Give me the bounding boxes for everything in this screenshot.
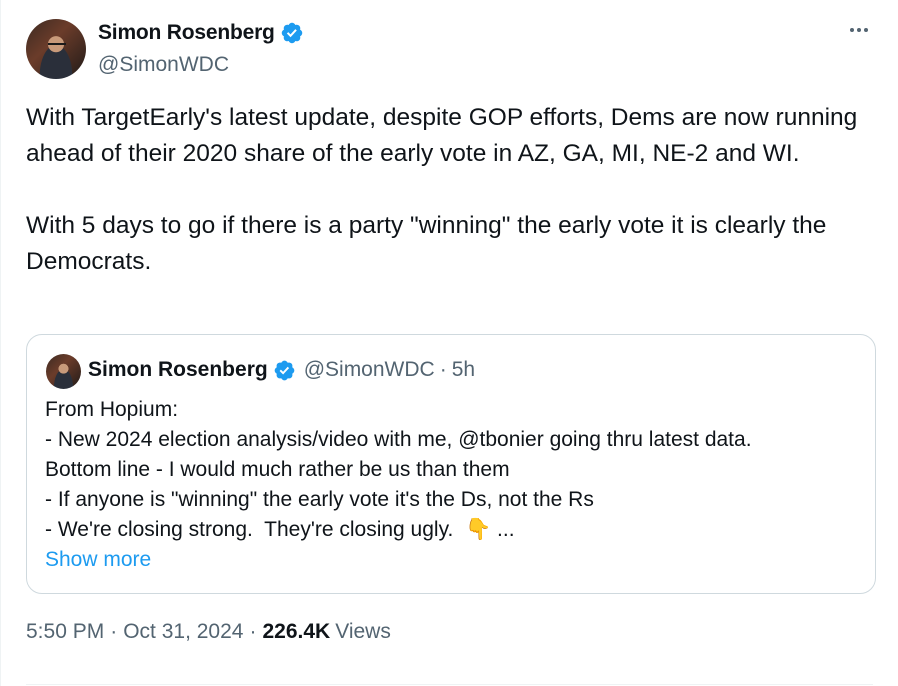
divider [26,684,873,685]
separator-dot: · [110,620,118,643]
tweet: Simon Rosenberg @SimonWDC With TargetEar… [0,0,898,686]
separator-dot: · [249,620,257,643]
tweet-body: With TargetEarly's latest update, despit… [26,100,876,280]
tweet-metadata: 5:50 PM · Oct 31, 2024 · 226.4K Views [26,620,391,644]
quoted-line: - We're closing strong. They're closing … [45,518,454,541]
quoted-tweet-text: From Hopium: - New 2024 election analysi… [45,395,860,575]
separator-dot: · [439,358,447,381]
author-name-row: Simon Rosenberg [98,21,304,45]
more-options-icon[interactable] [846,24,872,36]
author-handle[interactable]: @SimonWDC [98,53,229,77]
verified-badge-icon [273,359,296,382]
tweet-paragraph: With 5 days to go if there is a party "w… [26,212,834,275]
pointing-down-emoji: 👇 [465,518,492,541]
author-name[interactable]: Simon Rosenberg [98,21,275,45]
quoted-tweet-header: Simon Rosenberg @SimonWDC · 5h [88,358,475,382]
author-avatar[interactable] [26,19,86,79]
quoted-author-name[interactable]: Simon Rosenberg [88,358,268,382]
quoted-tweet[interactable]: Simon Rosenberg @SimonWDC · 5h From Hopi… [26,334,876,594]
quoted-line: From Hopium: [45,398,179,421]
tweet-time[interactable]: 5:50 PM [26,620,104,644]
quoted-line: - If anyone is "winning" the early vote … [45,488,594,511]
quoted-line: - New 2024 election analysis/video with … [45,428,752,451]
quoted-author-avatar[interactable] [46,354,81,389]
verified-badge-icon [280,21,304,45]
views-count: 226.4K [262,620,331,643]
show-more-link[interactable]: Show more [45,545,860,575]
quoted-line: Bottom line - I would much rather be us … [45,458,510,481]
tweet-paragraph: With TargetEarly's latest update, despit… [26,104,865,167]
views-label: Views [335,620,391,643]
ellipsis: ... [497,518,515,541]
tweet-date[interactable]: Oct 31, 2024 [123,620,243,644]
quoted-author-handle[interactable]: @SimonWDC [304,358,435,382]
quoted-line-last: - We're closing strong. They're closing … [45,515,860,545]
quoted-tweet-time[interactable]: 5h [452,358,475,382]
